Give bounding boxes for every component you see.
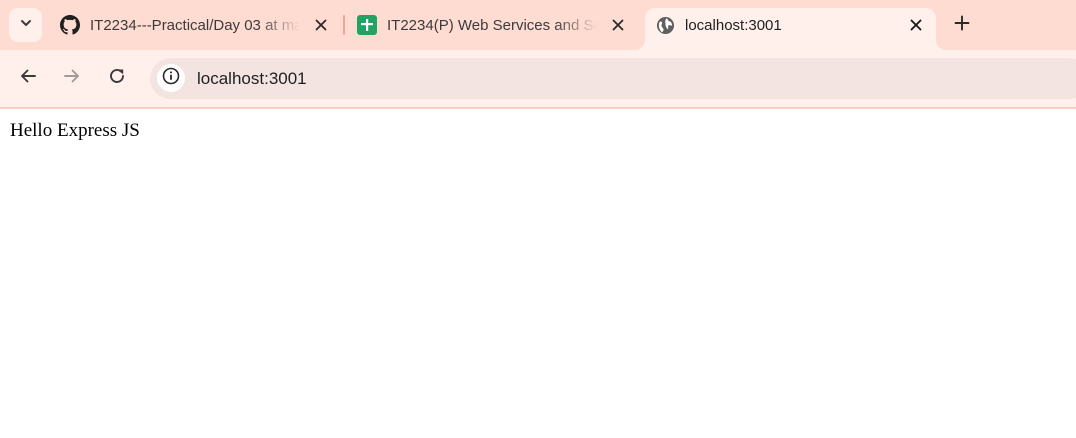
tab-title: IT2234(P) Web Services and Server Techno… [387,16,597,34]
url-text[interactable]: localhost:3001 [197,68,307,90]
chevron-down-icon [19,16,33,35]
back-button[interactable] [16,66,40,90]
address-bar[interactable]: localhost:3001 [150,58,1076,99]
tab-title: IT2234---Practical/Day 03 at main [90,16,300,34]
globe-icon [655,15,675,35]
arrow-left-icon [19,67,37,90]
github-icon [60,15,80,35]
tab-github[interactable]: IT2234---Practical/Day 03 at main [60,8,330,42]
site-info-button[interactable] [157,64,185,92]
forward-button[interactable] [60,66,84,90]
reload-icon [108,67,126,90]
plus-icon [954,15,970,36]
toolbar: localhost:3001 [0,50,1076,107]
tab-localhost[interactable]: localhost:3001 [655,8,925,42]
page-content: Hello Express JS [0,109,1076,438]
tab-strip: IT2234---Practical/Day 03 at main IT2234… [0,0,1076,50]
tab-search-button[interactable] [9,8,42,42]
info-circle-icon [162,67,180,90]
tab-divider [343,15,345,35]
close-icon[interactable] [907,16,925,34]
tab-title: localhost:3001 [685,16,782,34]
arrow-right-icon [63,67,81,90]
close-icon[interactable] [609,16,627,34]
google-sheets-icon [357,15,377,35]
reload-button[interactable] [105,66,129,90]
page-body-text: Hello Express JS [10,120,140,141]
tab-google-sheets[interactable]: IT2234(P) Web Services and Server Techno… [357,8,627,42]
browser-window: IT2234---Practical/Day 03 at main IT2234… [0,0,1076,438]
new-tab-button[interactable] [949,12,975,38]
close-icon[interactable] [312,16,330,34]
